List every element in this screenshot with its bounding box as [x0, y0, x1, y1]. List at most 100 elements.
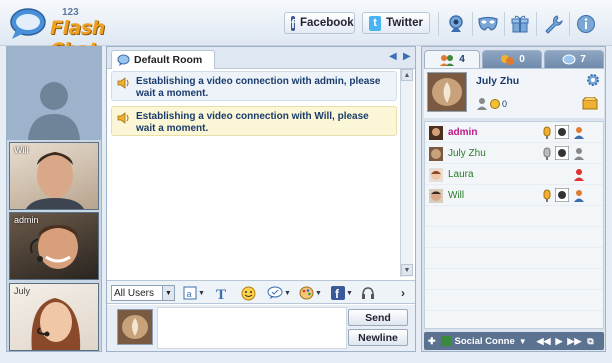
header-divider: [438, 12, 439, 36]
video-feed-admin[interactable]: admin: [9, 212, 99, 280]
video-label: July: [14, 286, 31, 296]
user-name: admin: [448, 127, 478, 138]
fast-forward-icon[interactable]: ▶▶: [567, 336, 581, 347]
video-feed-july[interactable]: July: [9, 283, 99, 351]
user-target-select[interactable]: All Users ▼: [111, 285, 175, 301]
speaker-icon: [117, 112, 129, 124]
scroll-up-icon[interactable]: ▲: [401, 69, 413, 81]
message-input[interactable]: [157, 307, 347, 349]
tab-users[interactable]: 4: [424, 50, 480, 68]
message-text: Establishing a video connection with adm…: [136, 76, 381, 99]
chevron-down-icon: ▼: [162, 286, 174, 300]
facebook-share-icon: f: [331, 286, 345, 300]
header-divider: [472, 12, 473, 36]
coins-icon: [490, 99, 500, 109]
scroll-down-icon[interactable]: ▼: [401, 264, 413, 276]
svg-text:T: T: [216, 287, 226, 300]
send-button[interactable]: Send: [348, 309, 408, 326]
mask-icon[interactable]: [476, 12, 500, 36]
header-divider: [504, 12, 505, 36]
coin-count: 0: [502, 99, 508, 109]
webcam-icon: [555, 125, 569, 139]
social-connect-label[interactable]: Social Conne: [455, 336, 515, 347]
social-connect-bar: ✚ Social Conne ▼ ◀◀ ▶ ▶▶ ⧉: [424, 332, 604, 350]
message-text: Establishing a video connection with Wil…: [136, 111, 369, 134]
text-style-icon: T: [216, 287, 226, 300]
user-silhouette-icon: [28, 82, 80, 140]
video-column: Will admin July: [6, 46, 102, 352]
facebook-label: Facebook: [300, 17, 354, 29]
list-item[interactable]: July Zhu: [425, 144, 603, 163]
rewind-icon[interactable]: ◀◀: [537, 336, 551, 347]
chevron-down-icon[interactable]: ▼: [519, 337, 527, 346]
users-icon: [440, 54, 455, 66]
header-divider: [569, 12, 570, 36]
message-list: Establishing a video connection with adm…: [109, 71, 399, 276]
profile-avatar[interactable]: [427, 72, 467, 112]
logo-bubble-icon: [10, 8, 46, 39]
system-message: Establishing a video connection with Wil…: [111, 106, 397, 136]
app-header: 123 Flash Chat f Facebook t Twitter: [0, 0, 612, 61]
tab-default-room[interactable]: Default Room: [111, 50, 215, 69]
list-item[interactable]: Laura: [425, 165, 603, 184]
chat-toolbar: All Users ▼ a ▼ T ▼ ▼ f ▼ ›: [107, 280, 415, 304]
microphone-icon: [543, 147, 551, 160]
tab-conversations[interactable]: 7: [544, 50, 604, 68]
tab-scroll-right-icon[interactable]: ▶: [403, 51, 411, 62]
user-list: admin July Zhu Laura Will: [424, 121, 604, 329]
twitter-icon: t: [369, 15, 382, 31]
chat-panel: Default Room ◀ ▶ Establishing a video co…: [106, 46, 416, 352]
font-size-icon: a: [183, 286, 197, 300]
play-icon[interactable]: ▶: [556, 336, 563, 347]
popout-icon[interactable]: ⧉: [587, 336, 593, 347]
video-label: Will: [14, 145, 29, 155]
gift-icon[interactable]: [508, 12, 532, 36]
headphones-icon: [362, 287, 374, 299]
message-scrollbar[interactable]: ▲ ▼: [400, 69, 413, 277]
twitter-label: Twitter: [386, 17, 423, 29]
facebook-icon: f: [291, 15, 295, 31]
audio-button[interactable]: [361, 285, 375, 301]
avatar: [429, 146, 443, 161]
chat-bubble-icon: [562, 54, 576, 64]
avatar: [429, 188, 443, 203]
video-feed-will[interactable]: Will: [9, 142, 99, 210]
header-divider: [536, 12, 537, 36]
avatar: [429, 125, 443, 140]
store-icon[interactable]: [582, 97, 598, 110]
tab-count: 7: [580, 54, 586, 65]
user-status-icon[interactable]: [476, 97, 488, 110]
user-status-icon: [574, 148, 584, 160]
user-name: July Zhu: [448, 148, 486, 159]
smiley-icon: [241, 286, 256, 300]
tab-scroll-left-icon[interactable]: ◀: [389, 51, 397, 62]
newline-button[interactable]: Newline: [348, 329, 408, 346]
room-tab-bar: Default Room ◀ ▶: [107, 47, 415, 69]
facebook-share-button[interactable]: f ▼: [331, 285, 353, 301]
tab-rooms[interactable]: 0: [482, 50, 542, 68]
palette-icon: [299, 286, 314, 300]
color-palette-button[interactable]: ▼: [299, 285, 322, 301]
webcam-icon[interactable]: [444, 12, 468, 36]
info-icon[interactable]: [574, 12, 598, 36]
user-status-icon: [574, 127, 584, 139]
list-item[interactable]: admin: [425, 123, 603, 142]
font-size-button[interactable]: a ▼: [183, 285, 205, 301]
user-name: Laura: [448, 169, 474, 180]
toolbar-more-icon[interactable]: ›: [401, 285, 405, 301]
wrench-icon[interactable]: [541, 12, 565, 36]
emoticon-button[interactable]: [241, 285, 256, 301]
video-label: admin: [14, 215, 39, 225]
twitter-button[interactable]: t Twitter: [362, 12, 430, 34]
expand-icon[interactable]: ✚: [428, 336, 436, 347]
microphone-icon: [543, 189, 551, 202]
profile-name: July Zhu: [476, 75, 520, 87]
gear-icon[interactable]: [586, 73, 600, 87]
text-style-button[interactable]: T: [215, 285, 229, 301]
list-item[interactable]: Will: [425, 186, 603, 205]
user-target-value: All Users: [114, 287, 155, 299]
bubble-style-button[interactable]: ▼: [267, 285, 291, 301]
facebook-button[interactable]: f Facebook: [284, 12, 355, 34]
my-profile: July Zhu 0: [424, 68, 604, 118]
tab-count: 0: [519, 54, 525, 65]
